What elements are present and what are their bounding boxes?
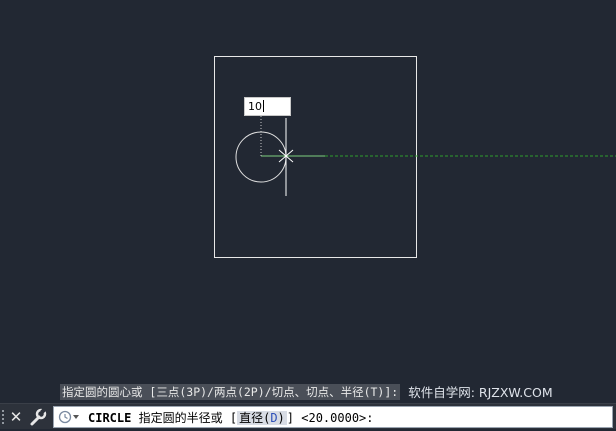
- close-icon[interactable]: ✕: [8, 407, 24, 427]
- command-name: CIRCLE: [88, 410, 132, 425]
- drawing-viewport[interactable]: 10 指定圆的圆心或 [三点(3P)/两点(2P)/切点、切点、半径(T)]: …: [0, 0, 616, 403]
- command-history-text: 指定圆的圆心或 [三点(3P)/两点(2P)/切点、切点、半径(T)]:: [60, 383, 401, 400]
- watermark-text: 软件自学网: RJZXW.COM: [408, 385, 553, 400]
- drag-grip-handle[interactable]: [1, 409, 5, 425]
- drawing-canvas[interactable]: [0, 0, 616, 403]
- option-diameter[interactable]: 直径(D): [237, 410, 287, 425]
- dynamic-input-value: 10: [248, 100, 262, 113]
- recent-commands-button[interactable]: [58, 410, 80, 424]
- command-prompt-text: CIRCLE 指定圆的半径或 [直径(D)] <20.0000>:: [88, 409, 374, 426]
- dynamic-input-field[interactable]: 10: [244, 97, 291, 116]
- wrench-icon[interactable]: [28, 407, 48, 427]
- command-line-bar: ✕ CIRCLE 指定圆的半径或 [直径(D)] <20.0000>:: [0, 403, 616, 429]
- option-close: ): [277, 410, 285, 425]
- recent-commands-icon: [58, 410, 72, 424]
- circle-preview: [235, 131, 287, 183]
- bracket-close: ]: [286, 410, 295, 425]
- command-history: 指定圆的圆心或 [三点(3P)/两点(2P)/切点、切点、半径(T)]: 软件自…: [60, 383, 553, 400]
- command-prompt: 指定圆的半径或: [138, 410, 223, 425]
- option-key: D: [270, 410, 278, 425]
- bracket-open: [: [229, 410, 238, 425]
- text-caret: [263, 100, 264, 112]
- chevron-down-icon: [73, 415, 79, 419]
- option-label: 直径(: [239, 410, 271, 425]
- command-input-field[interactable]: CIRCLE 指定圆的半径或 [直径(D)] <20.0000>:: [53, 406, 613, 428]
- rectangle-object[interactable]: [214, 56, 417, 258]
- crosshair-cursor: [278, 118, 294, 196]
- default-value: <20.0000>:: [301, 410, 374, 425]
